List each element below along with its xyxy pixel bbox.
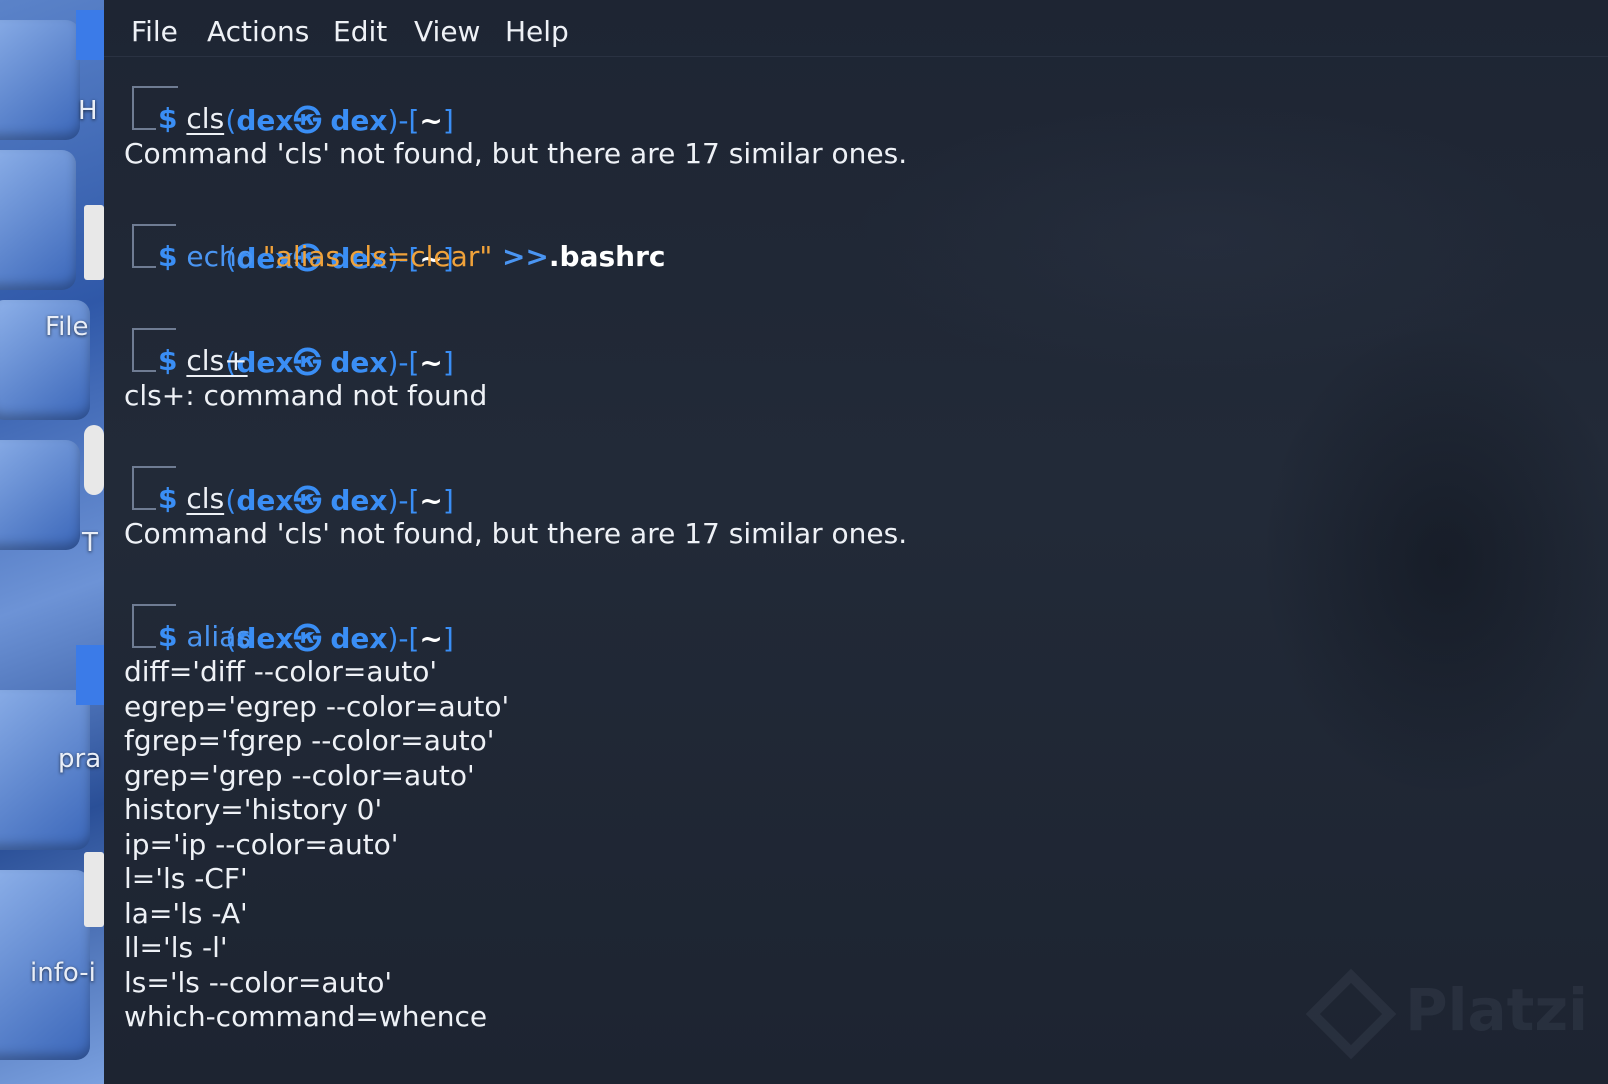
desktop-background: H File T pra info-i (0, 0, 104, 1084)
prompt-header: (dex㉿ dex)-[~] (225, 242, 454, 275)
output-line: Command 'cls' not found, but there are 1… (124, 137, 908, 170)
menu-view[interactable]: View (414, 15, 480, 48)
output-line: Command 'cls' not found, but there are 1… (124, 517, 908, 550)
desktop-wallpaper-key (0, 20, 80, 140)
desktop-label-trash: T (82, 528, 98, 558)
prompt-connector (132, 604, 176, 606)
alias-output-line: fgrep='fgrep --color=auto' (124, 724, 495, 757)
desktop-icon-file[interactable] (84, 852, 104, 927)
prompt-connector (132, 466, 156, 510)
desktop-label-home: H (78, 96, 98, 126)
alias-output-line: ls='ls --color=auto' (124, 966, 393, 999)
command-line: $ cls+ (158, 344, 248, 377)
screen: H File T pra info-i File Actions Edit Vi… (0, 0, 1608, 1084)
terminal-window[interactable]: File Actions Edit View Help (dex㉿ dex)-[… (104, 0, 1608, 1084)
output-line: cls+: command not found (124, 379, 488, 412)
platzi-logo-icon (1305, 968, 1397, 1060)
alias-output-line: ll='ls -l' (124, 931, 228, 964)
alias-output-line: diff='diff --color=auto' (124, 655, 438, 688)
command-text: cls+ (186, 344, 248, 377)
prompt-header: (dex㉿ dex)-[~] (225, 622, 454, 655)
alias-output-line: la='ls -A' (124, 897, 248, 930)
alias-output-line: egrep='egrep --color=auto' (124, 690, 510, 723)
prompt-connector (132, 328, 176, 330)
desktop-icon-trash[interactable] (84, 425, 104, 495)
alias-output-line: grep='grep --color=auto' (124, 759, 475, 792)
command-text: alias (186, 620, 251, 653)
terminal-menubar: File Actions Edit View Help (104, 0, 1608, 57)
desktop-label-file: File (45, 312, 89, 342)
menu-actions[interactable]: Actions (207, 15, 309, 48)
prompt-connector (132, 466, 176, 468)
command-line: $ echo "alias cls=clear" >>.bashrc (158, 240, 666, 273)
desktop-icon-folder[interactable] (76, 10, 104, 60)
command-text: cls (186, 482, 225, 515)
prompt-connector (132, 328, 156, 372)
desktop-icon-folder-2[interactable] (76, 645, 104, 705)
platzi-watermark: Platzi (1305, 968, 1588, 1060)
alias-output-line: history='history 0' (124, 793, 383, 826)
menu-edit[interactable]: Edit (333, 15, 387, 48)
alias-output-line: ip='ip --color=auto' (124, 828, 399, 861)
prompt-header: (dex㉿ dex)-[~] (225, 104, 454, 137)
prompt-header: (dex㉿ dex)-[~] (225, 346, 454, 379)
command-text: cls (186, 102, 225, 135)
command-line: $ cls (158, 482, 225, 515)
desktop-wallpaper-key (0, 150, 76, 290)
desktop-wallpaper-key (0, 440, 80, 550)
prompt-header: (dex㉿ dex)-[~] (225, 484, 454, 517)
command-line: $ cls (158, 102, 225, 135)
menu-file[interactable]: File (131, 15, 178, 48)
desktop-icon-terminal[interactable] (84, 205, 104, 280)
prompt-connector (132, 86, 156, 130)
alias-output-line: l='ls -CF' (124, 862, 248, 895)
menu-help[interactable]: Help (505, 15, 569, 48)
command-line: $ alias (158, 620, 251, 653)
alias-output-line: which-command=whence (124, 1000, 488, 1033)
prompt-connector (132, 224, 156, 268)
desktop-label-pra: pra (58, 744, 102, 774)
prompt-connector (132, 604, 156, 648)
desktop-label-info: info-i (30, 958, 96, 988)
prompt-connector (132, 224, 176, 226)
